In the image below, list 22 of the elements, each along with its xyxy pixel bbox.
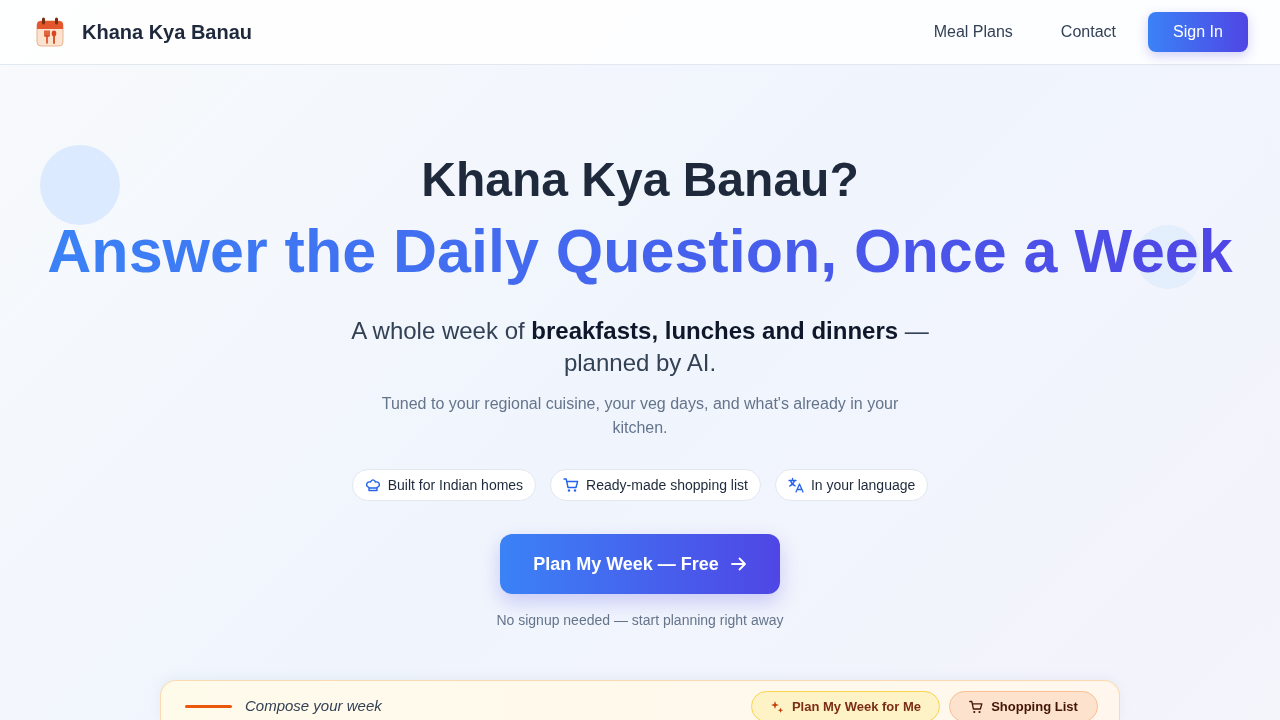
calendar-utensils-icon <box>36 17 64 47</box>
cart-icon <box>969 699 984 714</box>
chef-hat-icon <box>364 477 381 493</box>
hero-title: Khana Kya Banau? <box>421 152 859 208</box>
accent-line <box>185 705 232 708</box>
chip-label: Ready-made shopping list <box>586 475 748 495</box>
cart-icon <box>563 477 580 493</box>
nav-link[interactable]: Contact <box>1060 20 1116 44</box>
arrow-right-icon <box>730 557 747 571</box>
chip-label: Built for Indian homes <box>387 475 524 495</box>
signup-note: No signup needed — start planning right away <box>496 611 784 630</box>
plan-week-button[interactable]: Plan My Week — Free <box>500 534 780 594</box>
compose-title: Compose your week <box>245 696 382 717</box>
sign-in-button[interactable]: Sign In <box>1148 12 1248 52</box>
brand-name[interactable]: Khana Kya Banau <box>82 17 253 47</box>
plan-for-me-button[interactable]: Plan My Week for Me <box>751 691 940 720</box>
translate-icon <box>788 477 804 493</box>
shopping-list-button[interactable]: Shopping List <box>949 691 1098 720</box>
nav-link[interactable]: Meal Plans <box>933 20 1013 44</box>
hero-subtitle: A whole week of breakfasts, lunches and dinners — planned by AI. <box>350 316 930 378</box>
chip-label: In your language <box>811 475 916 495</box>
hero-description: Tuned to your regional cuisine, your veg days, and what's already in your kitchen. <box>380 394 900 438</box>
